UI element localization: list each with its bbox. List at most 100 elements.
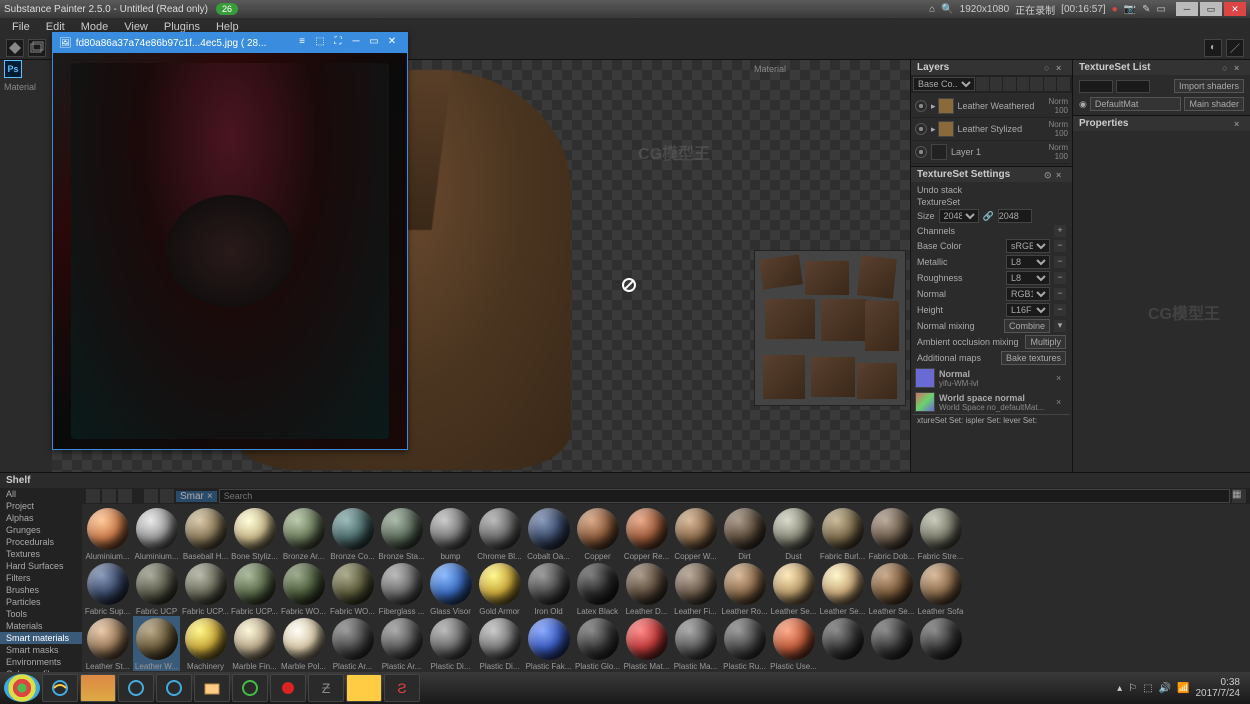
bake-textures-button[interactable]: Bake textures — [1001, 351, 1066, 365]
layer-delete-icon[interactable] — [1057, 77, 1070, 91]
tb-explorer-icon[interactable] — [194, 674, 230, 702]
shelf-category[interactable]: Grunges — [0, 524, 82, 536]
link-icon[interactable]: 🔗 — [983, 211, 994, 222]
material-item[interactable] — [917, 616, 964, 671]
layer-tb-icon[interactable] — [990, 77, 1003, 91]
material-item[interactable]: Aluminium... — [133, 506, 180, 561]
search-icon[interactable]: 🔍 — [941, 4, 953, 15]
channel-format-select[interactable]: L8 — [1006, 271, 1050, 285]
shelf-category[interactable]: Smart materials — [0, 632, 82, 644]
material-item[interactable]: Leather W... — [133, 616, 180, 671]
visibility-toggle-icon[interactable] — [915, 146, 927, 158]
material-item[interactable]: Aluminium... — [84, 506, 131, 561]
photoshop-icon[interactable]: Ps — [4, 60, 22, 78]
material-item[interactable]: Bone Styliz... — [231, 506, 278, 561]
shelf-filter-tag[interactable]: Smar — [180, 491, 204, 502]
shelf-category[interactable]: Brushes — [0, 584, 82, 596]
material-item[interactable]: Fabric WO... — [280, 561, 327, 616]
size-input-2[interactable] — [998, 209, 1032, 223]
tb-sp-icon[interactable]: Ƨ — [384, 674, 420, 702]
shelf-category[interactable]: Procedurals — [0, 536, 82, 548]
visibility-toggle-icon[interactable] — [915, 123, 927, 135]
channel-remove-button[interactable]: − — [1054, 304, 1066, 316]
imgwin-restore-icon[interactable]: ⬚ — [311, 36, 329, 50]
rec-dot-icon[interactable]: ● — [1112, 4, 1118, 15]
material-item[interactable]: Gold Armor — [476, 561, 523, 616]
material-item[interactable]: Plastic Fak... — [525, 616, 572, 671]
material-item[interactable]: Fabric UCP... — [182, 561, 229, 616]
layer-name[interactable]: Leather Weathered — [958, 101, 1040, 111]
material-item[interactable]: Fabric UCP... — [231, 561, 278, 616]
expand-icon[interactable]: ▸ — [931, 101, 936, 112]
pencil-icon[interactable]: ✎ — [1142, 4, 1150, 15]
channel-remove-button[interactable]: − — [1054, 288, 1066, 300]
material-item[interactable]: Marble Fin... — [231, 616, 278, 671]
material-item[interactable]: Leather Fi... — [672, 561, 719, 616]
material-item[interactable]: Machinery — [182, 616, 229, 671]
tray-icon[interactable]: 🔊 — [1159, 683, 1171, 694]
channel-format-select[interactable]: L8 — [1006, 255, 1050, 269]
shelf-category[interactable]: Alphas — [0, 512, 82, 524]
home-icon[interactable]: ⌂ — [929, 4, 935, 15]
tag-close-icon[interactable]: × — [207, 491, 213, 502]
channel-remove-button[interactable]: − — [1054, 256, 1066, 268]
material-item[interactable]: Bronze Co... — [329, 506, 376, 561]
eye-icon[interactable]: ◉ — [1079, 99, 1087, 110]
panel-close-icon[interactable]: × — [1056, 170, 1066, 180]
menu-file[interactable]: File — [4, 21, 38, 33]
shelf-category[interactable]: Filters — [0, 572, 82, 584]
layer-row[interactable]: ▸ Leather Stylized Norm100 — [913, 118, 1070, 141]
material-item[interactable]: bump — [427, 506, 474, 561]
material-item[interactable]: Baseball H... — [182, 506, 229, 561]
map-remove-button[interactable]: × — [1056, 373, 1068, 383]
tool-slider-icon[interactable]: ◐ — [1204, 39, 1222, 57]
tool-brush-icon[interactable]: ／ — [1226, 39, 1244, 57]
material-item[interactable]: Marble Pol... — [280, 616, 327, 671]
clock[interactable]: 0:382017/7/24 — [1196, 677, 1247, 699]
shelf-category[interactable]: Smart masks — [0, 644, 82, 656]
layer-channel-select[interactable]: Base Co.. — [913, 77, 975, 91]
shelf-category[interactable]: Particles — [0, 596, 82, 608]
shelf-tb-icon[interactable] — [86, 489, 100, 503]
material-item[interactable]: Leather Se... — [770, 561, 817, 616]
material-item[interactable]: Fiberglass ... — [378, 561, 425, 616]
camera-icon[interactable]: 📷 — [1124, 4, 1136, 15]
blend-mode[interactable]: Norm100 — [1040, 143, 1068, 161]
material-item[interactable]: Plastic Mat... — [623, 616, 670, 671]
map-thumb[interactable] — [915, 392, 935, 412]
tb-ie-icon[interactable] — [156, 674, 192, 702]
maximize-button[interactable]: ▭ — [1200, 2, 1222, 16]
material-item[interactable]: Latex Black — [574, 561, 621, 616]
shelf-category[interactable]: Materials — [0, 620, 82, 632]
blend-mode[interactable]: Norm100 — [1040, 97, 1068, 115]
material-item[interactable]: Fabric Stre... — [917, 506, 964, 561]
normal-mixing-select[interactable]: Combine — [1004, 319, 1050, 333]
layer-name[interactable]: Layer 1 — [951, 147, 1040, 157]
material-item[interactable]: Leather Se... — [819, 561, 866, 616]
material-item[interactable]: Fabric WO... — [329, 561, 376, 616]
shelf-tb-icon[interactable] — [102, 489, 116, 503]
layer-tb-icon[interactable] — [1017, 77, 1030, 91]
close-button[interactable]: ✕ — [1224, 2, 1246, 16]
screen-icon[interactable]: ▭ — [1157, 4, 1166, 15]
texset-default[interactable]: DefaultMat — [1090, 97, 1182, 111]
layer-row[interactable]: ▸ Leather Weathered Norm100 — [913, 95, 1070, 118]
material-item[interactable]: Dirt — [721, 506, 768, 561]
material-item[interactable]: Fabric Sup... — [84, 561, 131, 616]
panel-pin-icon[interactable]: ⊙ — [1044, 170, 1054, 180]
shelf-category[interactable]: Tools — [0, 608, 82, 620]
material-item[interactable] — [868, 616, 915, 671]
material-item[interactable] — [819, 616, 866, 671]
tray-icon[interactable]: ▴ — [1117, 683, 1122, 694]
material-item[interactable]: Chrome Bl... — [476, 506, 523, 561]
layer-row[interactable]: Layer 1 Norm100 — [913, 141, 1070, 164]
start-button[interactable] — [4, 674, 40, 702]
shelf-tb-icon[interactable] — [160, 489, 174, 503]
shelf-tb-icon[interactable] — [118, 489, 132, 503]
shelf-category[interactable]: Environments — [0, 656, 82, 668]
image-viewer-titlebar[interactable]: 🖼 fd80a86a37a74e86b97c1f...4ec5.jpg ( 28… — [53, 33, 407, 53]
material-item[interactable]: Plastic Ar... — [329, 616, 376, 671]
ao-mixing-select[interactable]: Multiply — [1025, 335, 1066, 349]
material-item[interactable]: Leather Ro... — [721, 561, 768, 616]
minimize-button[interactable]: ─ — [1176, 2, 1198, 16]
